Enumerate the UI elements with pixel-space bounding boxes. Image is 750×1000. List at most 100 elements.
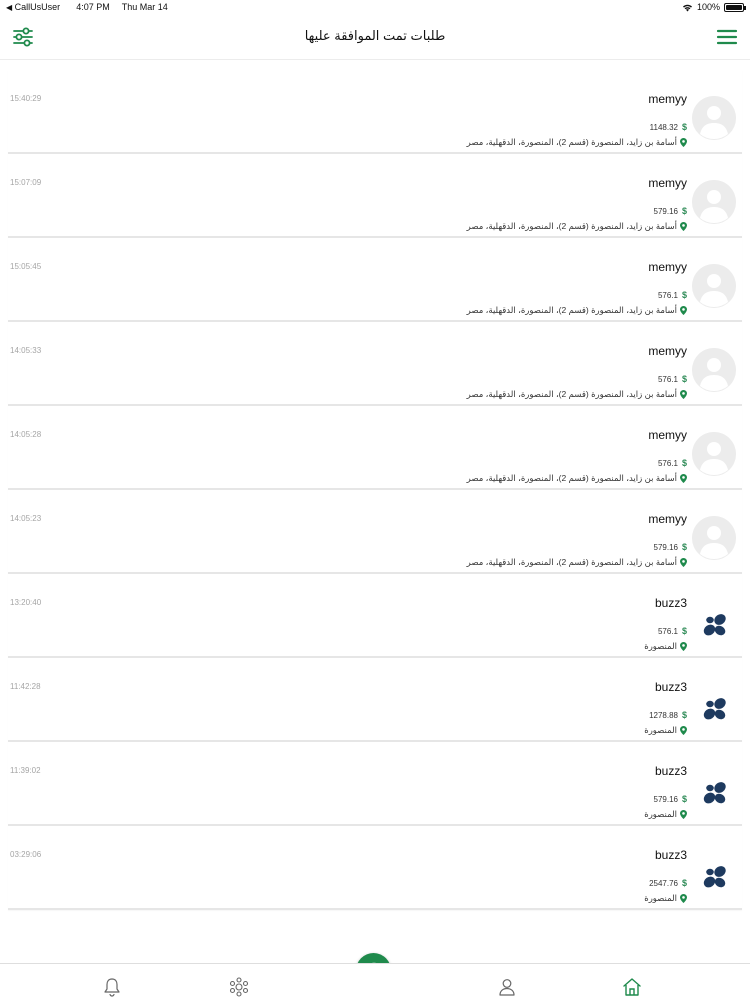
order-card[interactable]: 15:05:45 memyy 576.1 $ أسامة بن زايد، المنصو… bbox=[8, 238, 742, 322]
address-text: أسامة بن زايد، المنصورة (قسم 2)، المنصور… bbox=[466, 137, 677, 147]
bottom-nav bbox=[0, 963, 750, 1000]
hamburger-menu-icon bbox=[716, 29, 738, 45]
nav-notifications[interactable] bbox=[101, 976, 123, 998]
order-address: المنصورة bbox=[644, 809, 687, 820]
location-pin-icon bbox=[680, 894, 687, 903]
dollar-icon: $ bbox=[681, 794, 687, 804]
order-card[interactable]: 11:42:28 buzz3 1278.88 $ المنصورة bbox=[8, 658, 742, 742]
header: طلبات تمت الموافقة عليها bbox=[0, 16, 750, 60]
price-value: 2547.76 bbox=[649, 878, 678, 888]
order-card[interactable]: 14:05:33 memyy 576.1 $ أسامة بن زايد، المنصو… bbox=[8, 322, 742, 406]
dollar-icon: $ bbox=[681, 878, 687, 888]
status-right: 100% bbox=[682, 2, 746, 12]
customer-name: memyy bbox=[648, 512, 687, 526]
location-pin-icon bbox=[680, 390, 687, 399]
back-to-app[interactable]: ◀ CallUsUser bbox=[6, 2, 60, 12]
location-pin-icon bbox=[680, 306, 687, 315]
order-address: أسامة بن زايد، المنصورة (قسم 2)، المنصور… bbox=[467, 305, 687, 316]
address-text: أسامة بن زايد، المنصورة (قسم 2)، المنصور… bbox=[466, 557, 677, 567]
status-bar: ◀ CallUsUser 4:07 PM Thu Mar 14 100% bbox=[0, 0, 750, 16]
dollar-icon: $ bbox=[681, 710, 687, 720]
avatar bbox=[692, 432, 736, 476]
price-value: 576.1 bbox=[657, 290, 678, 300]
customer-name: buzz3 bbox=[654, 848, 687, 862]
order-price: 1278.88 $ bbox=[649, 710, 687, 720]
nav-home[interactable] bbox=[621, 976, 643, 998]
order-card[interactable]: 14:05:23 memyy 579.16 $ أسامة بن زايد، المنص… bbox=[8, 490, 742, 574]
order-price: 579.16 $ bbox=[654, 542, 687, 552]
user-placeholder-icon bbox=[692, 516, 736, 560]
order-card[interactable]: 11:39:02 buzz3 579.16 $ المنصورة bbox=[8, 742, 742, 826]
address-text: المنصورة bbox=[644, 893, 677, 903]
order-address: أسامة بن زايد، المنصورة (قسم 2)، المنصور… bbox=[467, 221, 687, 232]
order-time: 11:42:28 bbox=[10, 682, 41, 691]
user-placeholder-icon bbox=[692, 432, 736, 476]
order-address: أسامة بن زايد، المنصورة (قسم 2)، المنصور… bbox=[467, 557, 687, 568]
order-time: 14:05:28 bbox=[10, 430, 42, 439]
order-card[interactable]: 15:40:29 memyy 1148.32 $ أسامة بن زايد، المن… bbox=[8, 70, 742, 154]
bell-icon bbox=[104, 978, 120, 997]
brand-logo-icon bbox=[703, 614, 726, 636]
order-address: المنصورة bbox=[644, 641, 687, 652]
order-price: 2547.76 $ bbox=[649, 878, 687, 888]
brand-logo-icon bbox=[703, 866, 726, 888]
status-time: 4:07 PM bbox=[76, 2, 110, 12]
wifi-icon bbox=[682, 4, 692, 11]
order-card[interactable]: 13:20:40 buzz3 576.1 $ المنصورة bbox=[8, 574, 742, 658]
location-pin-icon bbox=[680, 726, 687, 735]
order-time: 14:05:33 bbox=[10, 346, 42, 355]
dollar-icon: $ bbox=[681, 626, 687, 636]
avatar bbox=[692, 264, 736, 308]
location-pin-icon bbox=[680, 642, 687, 651]
order-address: أسامة بن زايد، المنصورة (قسم 2)، المنصور… bbox=[467, 137, 687, 148]
avatar bbox=[700, 610, 730, 640]
order-card[interactable]: 14:05:28 memyy 576.1 $ أسامة بن زايد، المنصو… bbox=[8, 406, 742, 490]
dollar-icon: $ bbox=[681, 290, 687, 300]
price-value: 579.16 bbox=[653, 542, 678, 552]
order-address: أسامة بن زايد، المنصورة (قسم 2)، المنصور… bbox=[467, 473, 687, 484]
address-text: أسامة بن زايد، المنصورة (قسم 2)، المنصور… bbox=[466, 305, 677, 315]
order-price: 576.1 $ bbox=[658, 374, 687, 384]
page-title: طلبات تمت الموافقة عليها bbox=[304, 28, 446, 43]
user-icon bbox=[499, 979, 515, 996]
menu-button[interactable] bbox=[716, 26, 738, 48]
order-time: 15:07:09 bbox=[10, 178, 42, 187]
order-card[interactable]: 03:29:06 buzz3 2547.76 $ المنصورة bbox=[8, 826, 742, 910]
brand-logo-icon bbox=[703, 782, 726, 804]
order-time: 15:40:29 bbox=[10, 94, 42, 103]
avatar bbox=[700, 862, 730, 892]
order-price: 576.1 $ bbox=[658, 458, 687, 468]
carrier-label: CallUsUser bbox=[14, 2, 61, 12]
order-price: 1148.32 $ bbox=[650, 122, 687, 132]
nav-profile[interactable] bbox=[496, 976, 518, 998]
price-value: 576.1 bbox=[657, 626, 678, 636]
screen: ◀ CallUsUser 4:07 PM Thu Mar 14 100% طلب… bbox=[0, 0, 750, 1000]
order-time: 11:39:02 bbox=[10, 766, 41, 775]
address-text: أسامة بن زايد، المنصورة (قسم 2)، المنصور… bbox=[466, 473, 677, 483]
price-value: 1148.32 bbox=[649, 122, 678, 132]
order-time: 15:05:45 bbox=[10, 262, 42, 271]
status-date: Thu Mar 14 bbox=[121, 2, 168, 12]
avatar bbox=[700, 778, 730, 808]
home-icon bbox=[623, 978, 641, 996]
customer-name: buzz3 bbox=[654, 764, 687, 778]
avatar bbox=[692, 348, 736, 392]
user-placeholder-icon bbox=[692, 348, 736, 392]
address-text: المنصورة bbox=[644, 725, 677, 735]
location-pin-icon bbox=[680, 474, 687, 483]
location-pin-icon bbox=[680, 810, 687, 819]
back-arrow-icon: ◀ bbox=[6, 3, 13, 12]
location-pin-icon bbox=[680, 222, 687, 231]
nav-network[interactable] bbox=[228, 976, 250, 998]
user-placeholder-icon bbox=[692, 180, 736, 224]
dollar-icon: $ bbox=[681, 458, 687, 468]
customer-name: memyy bbox=[648, 176, 687, 190]
order-card[interactable]: 15:07:09 memyy 579.16 $ أسامة بن زايد، المنص… bbox=[8, 154, 742, 238]
customer-name: memyy bbox=[648, 428, 687, 442]
order-time: 14:05:23 bbox=[10, 514, 42, 523]
user-placeholder-icon bbox=[692, 96, 736, 140]
order-price: 576.1 $ bbox=[658, 290, 687, 300]
price-value: 576.1 bbox=[657, 458, 678, 468]
customer-name: memyy bbox=[648, 92, 687, 106]
order-address: المنصورة bbox=[644, 893, 687, 904]
